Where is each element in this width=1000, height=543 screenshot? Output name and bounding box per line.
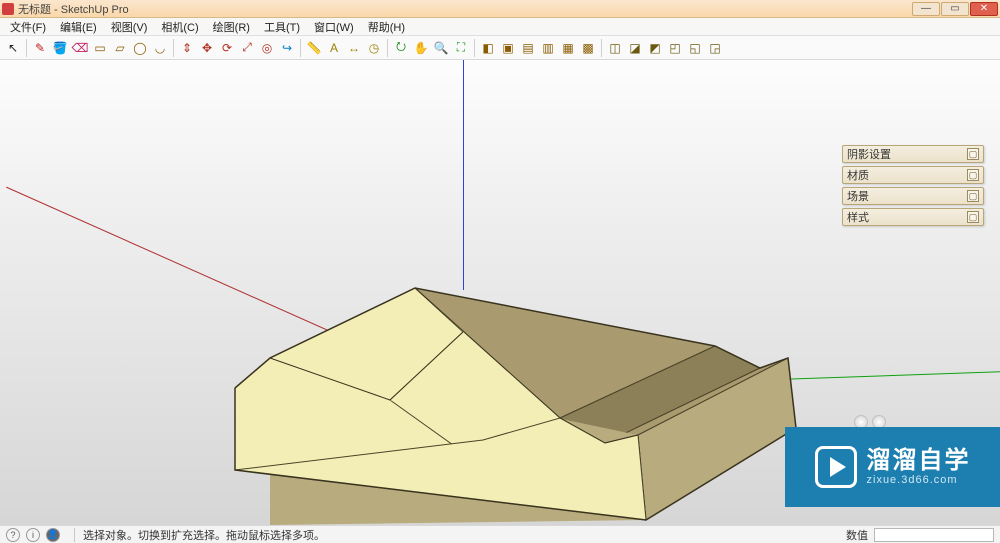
panel-collapse-icon[interactable]: ▢	[967, 190, 979, 202]
panel-3[interactable]: 样式 ▢	[842, 208, 984, 226]
dim-button[interactable]: ↔	[345, 39, 363, 57]
menu-item-3[interactable]: 相机(C)	[155, 18, 204, 36]
top-button[interactable]: ▩	[579, 39, 597, 57]
toolbar-separator	[300, 39, 301, 57]
protractor-button[interactable]: ◷	[365, 39, 383, 57]
panel-collapse-icon[interactable]: ▢	[967, 148, 979, 160]
circle-button[interactable]: ◯	[131, 39, 149, 57]
panel-collapse-icon[interactable]: ▢	[967, 169, 979, 181]
toolbar-separator	[601, 39, 602, 57]
rect2-button[interactable]: ▱	[111, 39, 129, 57]
eraser-button[interactable]: ⌫	[71, 39, 89, 57]
watermark-url: zixue.3d66.com	[867, 474, 971, 486]
panel-2[interactable]: 场景 ▢	[842, 187, 984, 205]
user-icon[interactable]: 👤	[46, 528, 60, 542]
divider	[74, 528, 75, 542]
help-icon[interactable]: ?	[6, 528, 20, 542]
style2-button[interactable]: ◪	[626, 39, 644, 57]
text-button[interactable]: A	[325, 39, 343, 57]
value-label: 数值	[846, 527, 868, 543]
watermark: 溜溜自学 zixue.3d66.com	[785, 427, 1000, 507]
watermark-title: 溜溜自学	[867, 448, 971, 474]
toolbar-separator	[26, 39, 27, 57]
zoom-extents-button[interactable]: ⛶	[452, 39, 470, 57]
toolbar-separator	[474, 39, 475, 57]
window-title: 无标题 - SketchUp Pro	[18, 1, 129, 17]
menu-item-7[interactable]: 帮助(H)	[362, 18, 411, 36]
right-button[interactable]: ▦	[559, 39, 577, 57]
model-3d[interactable]	[200, 270, 800, 525]
style3-button[interactable]: ◩	[646, 39, 664, 57]
rect-button[interactable]: ▭	[91, 39, 109, 57]
minimize-button[interactable]: —	[912, 2, 940, 16]
panel-title: 样式	[847, 209, 869, 225]
iso-button[interactable]: ◧	[479, 39, 497, 57]
followme-button[interactable]: ↪	[278, 39, 296, 57]
app-icon	[2, 3, 14, 15]
style5-button[interactable]: ◱	[686, 39, 704, 57]
zoom-button[interactable]: 🔍	[432, 39, 450, 57]
menu-bar: 文件(F)编辑(E)视图(V)相机(C)绘图(R)工具(T)窗口(W)帮助(H)	[0, 18, 1000, 36]
toolbar: ↖ ✎🪣⌫▭▱◯◡ ⇕✥⟳⤢◎↪ 📏A↔◷ ⭮✋🔍⛶ ◧▣▤▥▦▩ ◫◪◩◰◱◲	[0, 36, 1000, 60]
menu-item-4[interactable]: 绘图(R)	[207, 18, 256, 36]
menu-item-0[interactable]: 文件(F)	[4, 18, 52, 36]
menu-item-6[interactable]: 窗口(W)	[308, 18, 360, 36]
info-icon[interactable]: i	[26, 528, 40, 542]
play-icon	[815, 446, 857, 488]
tape-button[interactable]: 📏	[305, 39, 323, 57]
back-button[interactable]: ▤	[519, 39, 537, 57]
panel-title: 场景	[847, 188, 869, 204]
panel-0[interactable]: 阴影设置 ▢	[842, 145, 984, 163]
panel-title: 阴影设置	[847, 146, 891, 162]
view-control-icon	[854, 415, 890, 427]
front-button[interactable]: ▣	[499, 39, 517, 57]
menu-item-5[interactable]: 工具(T)	[258, 18, 306, 36]
value-input[interactable]	[874, 528, 994, 542]
scale-button[interactable]: ⤢	[238, 39, 256, 57]
maximize-button[interactable]: ▭	[941, 2, 969, 16]
panel-title: 材质	[847, 167, 869, 183]
style6-button[interactable]: ◲	[706, 39, 724, 57]
arc-button[interactable]: ◡	[151, 39, 169, 57]
move-button[interactable]: ✥	[198, 39, 216, 57]
style1-button[interactable]: ◫	[606, 39, 624, 57]
orbit-button[interactable]: ⭮	[392, 39, 410, 57]
status-hint: 选择对象。切换到扩充选择。拖动鼠标选择多项。	[83, 527, 325, 543]
panel-1[interactable]: 材质 ▢	[842, 166, 984, 184]
panel-stack: 阴影设置 ▢ 材质 ▢ 场景 ▢ 样式 ▢	[842, 145, 984, 226]
offset-button[interactable]: ◎	[258, 39, 276, 57]
toolbar-separator	[173, 39, 174, 57]
menu-item-1[interactable]: 编辑(E)	[54, 18, 103, 36]
close-button[interactable]: ✕	[970, 2, 998, 16]
status-bar: ? i 👤 选择对象。切换到扩充选择。拖动鼠标选择多项。 数值	[0, 525, 1000, 543]
axis-z	[463, 60, 464, 290]
menu-item-2[interactable]: 视图(V)	[105, 18, 154, 36]
pan-button[interactable]: ✋	[412, 39, 430, 57]
viewport[interactable]: 阴影设置 ▢ 材质 ▢ 场景 ▢ 样式 ▢ 溜溜自学 zixue.3d66.com	[0, 60, 1000, 525]
panel-collapse-icon[interactable]: ▢	[967, 211, 979, 223]
left-button[interactable]: ▥	[539, 39, 557, 57]
title-bar: 无标题 - SketchUp Pro — ▭ ✕	[0, 0, 1000, 18]
select-button[interactable]: ↖	[4, 39, 22, 57]
toolbar-separator	[387, 39, 388, 57]
rotate-button[interactable]: ⟳	[218, 39, 236, 57]
style4-button[interactable]: ◰	[666, 39, 684, 57]
pencil-button[interactable]: ✎	[31, 39, 49, 57]
paint-button[interactable]: 🪣	[51, 39, 69, 57]
pushpull-button[interactable]: ⇕	[178, 39, 196, 57]
